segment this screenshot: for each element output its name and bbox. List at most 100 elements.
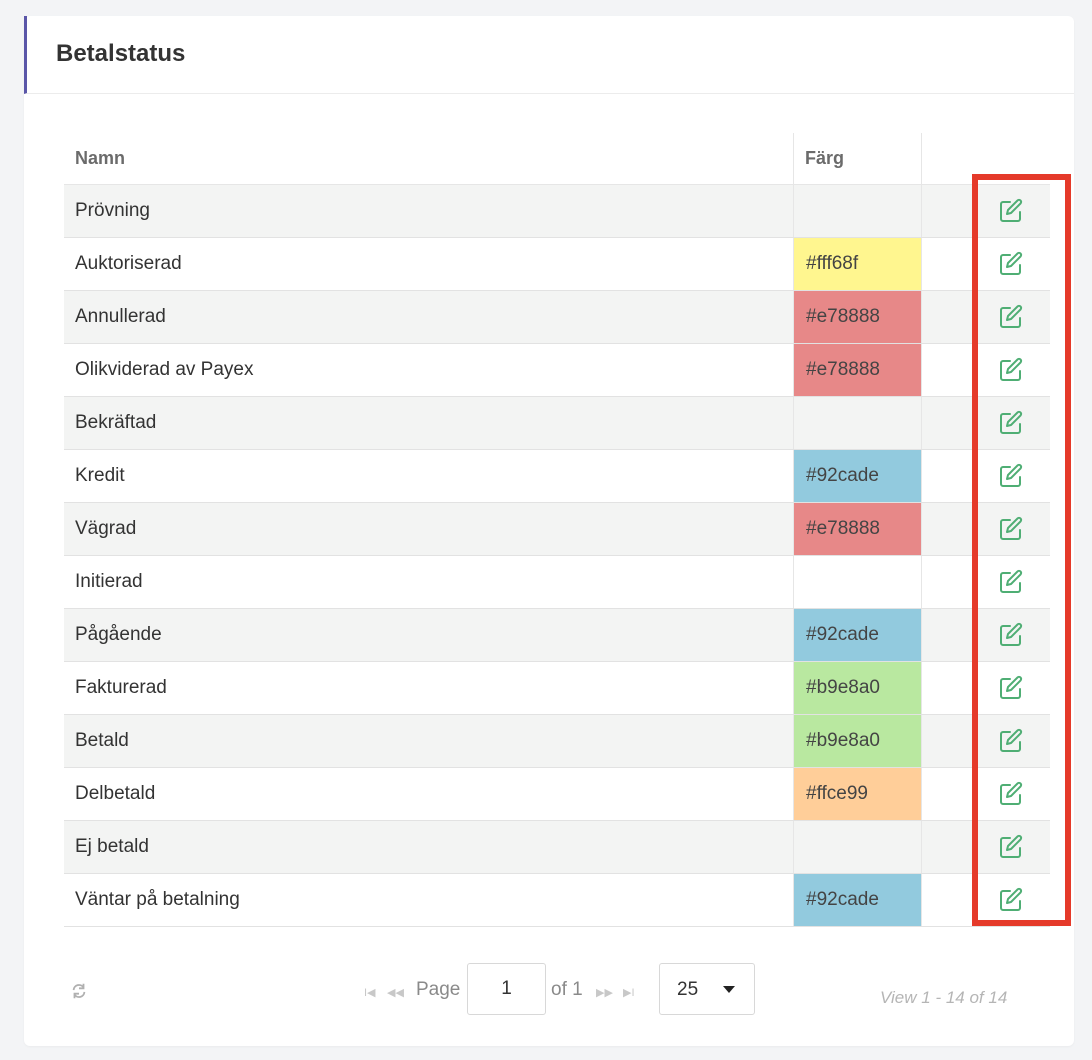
edit-icon[interactable] bbox=[998, 463, 1024, 489]
blank-cell bbox=[921, 238, 971, 290]
status-name: Pågående bbox=[75, 624, 162, 645]
betalstatus-panel: Betalstatus Namn Färg Prövning Auktoriser… bbox=[24, 16, 1074, 1046]
page-number-input[interactable] bbox=[467, 963, 546, 1015]
status-name: Auktoriserad bbox=[75, 253, 182, 274]
status-color: #ffce99 bbox=[793, 768, 921, 820]
edit-button[interactable] bbox=[971, 344, 1050, 396]
column-header-actions bbox=[971, 133, 1050, 184]
status-color: #b9e8a0 bbox=[793, 662, 921, 714]
next-page-icon[interactable]: ▶▶ bbox=[596, 986, 614, 1000]
blank-cell bbox=[921, 556, 971, 608]
blank-cell bbox=[921, 821, 971, 873]
status-name: Fakturerad bbox=[75, 677, 167, 698]
edit-button[interactable] bbox=[971, 503, 1050, 555]
table-row[interactable]: Vägrad #e78888 bbox=[64, 503, 1050, 556]
edit-button[interactable] bbox=[971, 662, 1050, 714]
table-row[interactable]: Annullerad #e78888 bbox=[64, 291, 1050, 344]
blank-cell bbox=[921, 715, 971, 767]
table-row[interactable]: Delbetald #ffce99 bbox=[64, 768, 1050, 821]
table-row[interactable]: Fakturerad #b9e8a0 bbox=[64, 662, 1050, 715]
table-row[interactable]: Kredit #92cade bbox=[64, 450, 1050, 503]
first-page-icon[interactable]: I◀ bbox=[364, 986, 382, 1000]
edit-icon[interactable] bbox=[998, 675, 1024, 701]
status-name: Prövning bbox=[75, 200, 150, 221]
page-label: Page bbox=[416, 979, 461, 1000]
edit-button[interactable] bbox=[971, 185, 1050, 237]
edit-icon[interactable] bbox=[998, 410, 1024, 436]
edit-button[interactable] bbox=[971, 397, 1050, 449]
status-color: #e78888 bbox=[793, 291, 921, 343]
edit-icon[interactable] bbox=[998, 569, 1024, 595]
status-name: Delbetald bbox=[75, 783, 156, 804]
edit-icon[interactable] bbox=[998, 887, 1024, 913]
status-color bbox=[793, 821, 921, 873]
table-row[interactable]: Initierad bbox=[64, 556, 1050, 609]
edit-button[interactable] bbox=[971, 450, 1050, 502]
status-name: Bekräftad bbox=[75, 412, 157, 433]
status-color: #e78888 bbox=[793, 503, 921, 555]
edit-icon[interactable] bbox=[998, 728, 1024, 754]
column-header-color[interactable]: Färg bbox=[793, 133, 921, 184]
edit-icon[interactable] bbox=[998, 304, 1024, 330]
blank-cell bbox=[921, 185, 971, 237]
blank-cell bbox=[921, 344, 971, 396]
status-color: #b9e8a0 bbox=[793, 715, 921, 767]
table-row[interactable]: Ej betald bbox=[64, 821, 1050, 874]
page-count-label: of 1 bbox=[551, 979, 583, 1000]
blank-cell bbox=[921, 609, 971, 661]
edit-button[interactable] bbox=[971, 291, 1050, 343]
edit-icon[interactable] bbox=[998, 516, 1024, 542]
table-row[interactable]: Olikviderad av Payex #e78888 bbox=[64, 344, 1050, 397]
pager: I◀ ◀◀ Page of 1 ▶▶ ▶I 25 View 1 - 14 of … bbox=[24, 946, 1074, 1015]
status-name: Annullerad bbox=[75, 306, 166, 327]
edit-icon[interactable] bbox=[998, 622, 1024, 648]
status-name: Kredit bbox=[75, 465, 125, 486]
status-name: Olikviderad av Payex bbox=[75, 359, 254, 380]
refresh-icon[interactable] bbox=[70, 982, 88, 1000]
page-size-value: 25 bbox=[677, 979, 699, 1000]
status-color bbox=[793, 556, 921, 608]
status-name: Betald bbox=[75, 730, 129, 751]
table-row[interactable]: Bekräftad bbox=[64, 397, 1050, 450]
edit-icon[interactable] bbox=[998, 198, 1024, 224]
edit-icon[interactable] bbox=[998, 834, 1024, 860]
blank-cell bbox=[921, 450, 971, 502]
prev-page-icon[interactable]: ◀◀ bbox=[387, 986, 405, 1000]
edit-button[interactable] bbox=[971, 768, 1050, 820]
edit-button[interactable] bbox=[971, 821, 1050, 873]
table-row[interactable]: Väntar på betalning #92cade bbox=[64, 874, 1050, 927]
status-color: #92cade bbox=[793, 450, 921, 502]
status-name: Vägrad bbox=[75, 518, 137, 539]
blank-cell bbox=[921, 397, 971, 449]
panel-title: Betalstatus bbox=[56, 40, 186, 67]
status-color bbox=[793, 397, 921, 449]
panel-header: Betalstatus bbox=[24, 16, 1074, 94]
table-row[interactable]: Pågående #92cade bbox=[64, 609, 1050, 662]
edit-button[interactable] bbox=[971, 715, 1050, 767]
edit-button[interactable] bbox=[971, 238, 1050, 290]
table-body: Prövning Auktoriserad #fff68f Annullerad #e7… bbox=[64, 185, 1050, 927]
status-table: Namn Färg Prövning Auktoriserad #fff68f Ann… bbox=[64, 133, 1050, 927]
column-header-blank bbox=[921, 133, 971, 184]
blank-cell bbox=[921, 768, 971, 820]
edit-button[interactable] bbox=[971, 556, 1050, 608]
status-name: Ej betald bbox=[75, 836, 149, 857]
edit-icon[interactable] bbox=[998, 357, 1024, 383]
status-name: Initierad bbox=[75, 571, 143, 592]
chevron-down-icon bbox=[723, 986, 735, 993]
table-row[interactable]: Auktoriserad #fff68f bbox=[64, 238, 1050, 291]
table-row[interactable]: Betald #b9e8a0 bbox=[64, 715, 1050, 768]
edit-button[interactable] bbox=[971, 609, 1050, 661]
table-row[interactable]: Prövning bbox=[64, 185, 1050, 238]
last-page-icon[interactable]: ▶I bbox=[623, 986, 641, 1000]
blank-cell bbox=[921, 503, 971, 555]
records-info: View 1 - 14 of 14 bbox=[880, 988, 1008, 1007]
edit-icon[interactable] bbox=[998, 781, 1024, 807]
column-header-name[interactable]: Namn bbox=[64, 133, 793, 184]
edit-icon[interactable] bbox=[998, 251, 1024, 277]
edit-button[interactable] bbox=[971, 874, 1050, 926]
status-color: #e78888 bbox=[793, 344, 921, 396]
status-color: #fff68f bbox=[793, 238, 921, 290]
page-size-select[interactable]: 25 bbox=[659, 963, 755, 1015]
status-name: Väntar på betalning bbox=[75, 889, 240, 910]
